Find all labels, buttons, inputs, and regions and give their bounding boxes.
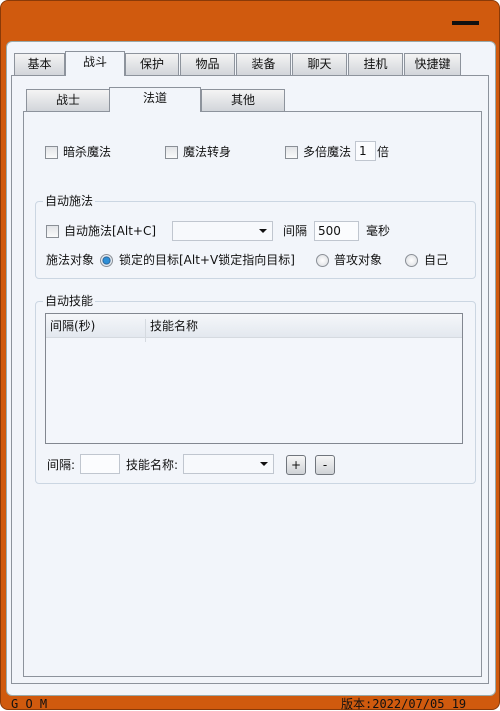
skill-list[interactable]: 间隔(秒) 技能名称 — [45, 313, 463, 444]
interval-input[interactable]: 500 — [314, 221, 359, 241]
tab-basic[interactable]: 基本 — [14, 53, 65, 75]
column-skill-name[interactable]: 技能名称 — [150, 319, 198, 333]
target-attack-label: 普攻对象 — [334, 253, 383, 267]
chevron-down-icon — [259, 229, 267, 233]
auto-cast-group-label: 自动施法 — [43, 194, 96, 208]
version-label: 版本:2022/07/05 19 — [341, 697, 467, 711]
multi-magic-input[interactable]: 1 — [355, 141, 376, 161]
app-window: 基本 战斗 保护 物品 装备 聊天 挂机 快捷键 战士 法道 其他 暗杀魔法 魔… — [0, 0, 500, 711]
tab-chat[interactable]: 聊天 — [292, 53, 347, 75]
interval-label: 间隔 — [283, 224, 308, 238]
skill-interval-input[interactable] — [80, 454, 120, 474]
magic-turn-checkbox[interactable] — [165, 146, 178, 159]
tab-equipment[interactable]: 装备 — [236, 53, 291, 75]
assassinate-checkbox[interactable] — [45, 146, 58, 159]
tab-afk[interactable]: 挂机 — [348, 53, 403, 75]
target-attack-radio[interactable] — [316, 254, 329, 267]
multi-magic-checkbox[interactable] — [285, 146, 298, 159]
list-header: 间隔(秒) 技能名称 — [46, 314, 462, 342]
tab-items[interactable]: 物品 — [180, 53, 235, 75]
skill-interval-label: 间隔: — [47, 458, 76, 472]
target-label: 施法对象 — [46, 253, 95, 267]
target-self-label: 自己 — [424, 253, 449, 267]
target-locked-radio[interactable] — [100, 254, 113, 267]
column-interval[interactable]: 间隔(秒) — [50, 319, 146, 342]
tab-protect[interactable]: 保护 — [125, 53, 179, 75]
auto-skill-group-label: 自动技能 — [43, 294, 96, 308]
add-skill-button[interactable]: + — [286, 455, 306, 475]
minimize-button[interactable] — [452, 21, 479, 25]
tab-warrior[interactable]: 战士 — [26, 89, 110, 111]
magic-turn-label: 魔法转身 — [183, 145, 232, 159]
multi-magic-label: 多倍魔法 — [303, 145, 352, 159]
tab-other[interactable]: 其他 — [201, 89, 285, 111]
chevron-down-icon — [260, 462, 268, 466]
auto-cast-label: 自动施法[Alt+C] — [64, 224, 157, 238]
target-self-radio[interactable] — [405, 254, 418, 267]
multi-unit-label: 倍 — [377, 145, 390, 159]
assassinate-label: 暗杀魔法 — [63, 145, 112, 159]
remove-skill-button[interactable]: - — [315, 455, 335, 475]
status-left: G O M — [11, 697, 48, 711]
auto-cast-skill-select[interactable] — [172, 221, 273, 241]
auto-cast-checkbox[interactable] — [46, 225, 59, 238]
tab-mage[interactable]: 法道 — [109, 87, 201, 112]
tab-hotkeys[interactable]: 快捷键 — [404, 53, 461, 75]
skill-name-select[interactable] — [183, 454, 274, 474]
interval-unit: 毫秒 — [366, 224, 391, 238]
skill-name-label: 技能名称: — [126, 458, 179, 472]
target-locked-label: 锁定的目标[Alt+V锁定指向目标] — [119, 253, 295, 267]
tab-combat[interactable]: 战斗 — [65, 51, 125, 76]
